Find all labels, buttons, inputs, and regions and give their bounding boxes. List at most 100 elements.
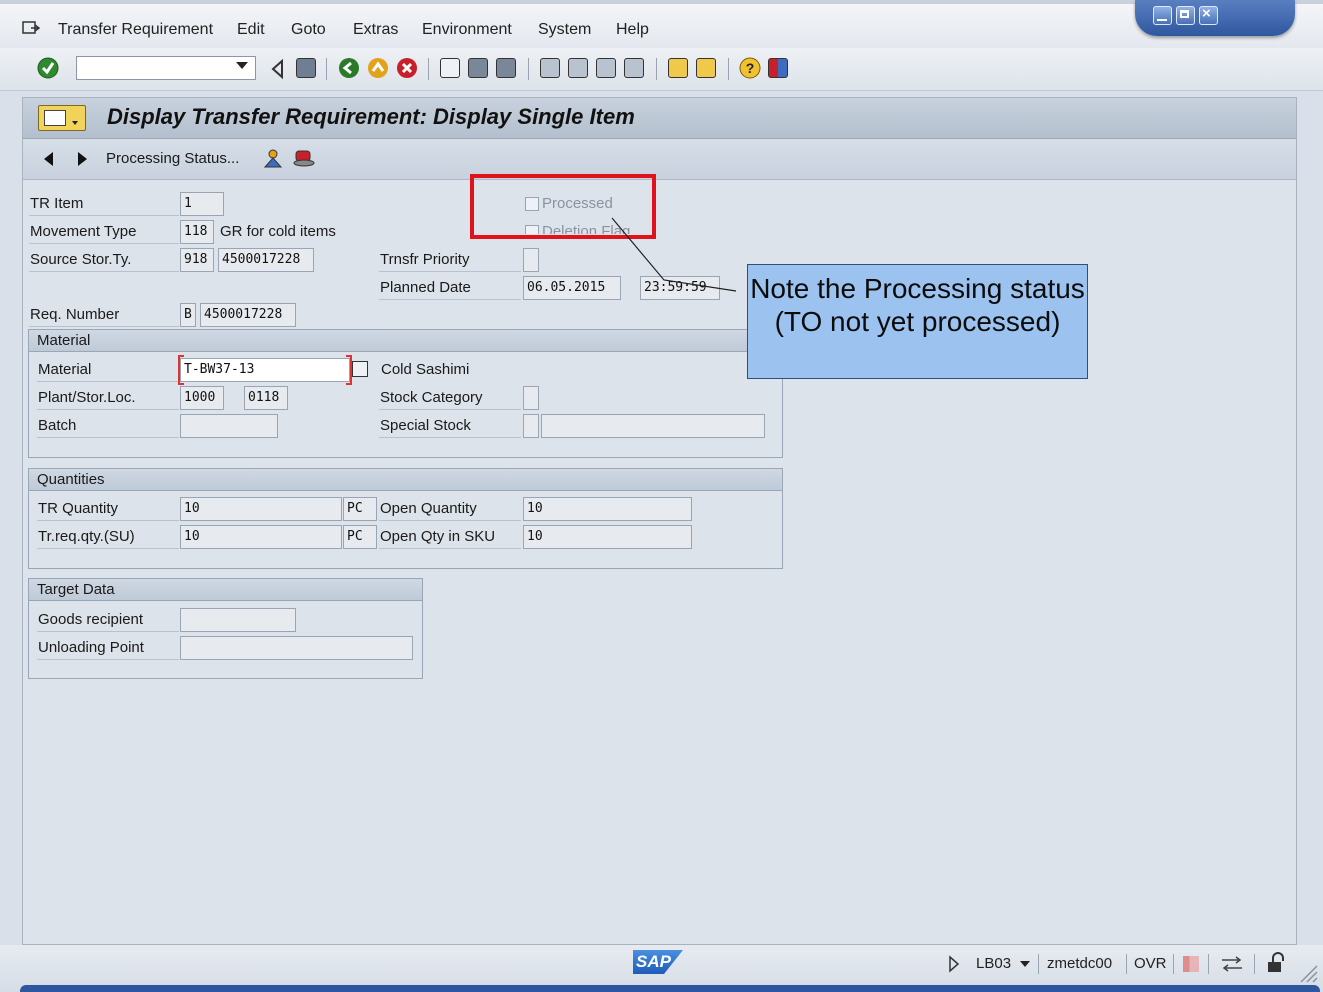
truck-icon[interactable]	[292, 147, 316, 169]
menu-edit[interactable]: Edit	[237, 21, 265, 39]
menu-icon[interactable]	[22, 20, 40, 36]
unloading-point-field[interactable]	[180, 636, 413, 660]
previous-page-icon[interactable]	[568, 58, 588, 78]
open-quantity-label: Open Quantity	[380, 500, 477, 517]
toolbar-separator	[728, 58, 729, 80]
status-separator	[1254, 954, 1255, 974]
find-icon[interactable]	[468, 58, 488, 78]
command-dropdown-icon[interactable]	[236, 62, 248, 69]
resize-grip-icon[interactable]	[1297, 962, 1319, 984]
open-qty-sku-label: Open Qty in SKU	[380, 528, 496, 545]
server-name: zmetdc00	[1047, 955, 1113, 972]
tr-quantity-label: TR Quantity	[38, 500, 119, 517]
page-title: Display Transfer Requirement: Display Si…	[107, 104, 635, 129]
batch-label: Batch	[38, 417, 77, 434]
toolbar-separator	[428, 58, 429, 80]
status-separator	[1173, 954, 1174, 974]
storage-location-field[interactable]: 0118	[244, 386, 288, 410]
movement-type-field[interactable]: 118	[180, 220, 214, 244]
transaction-code: LB03	[976, 955, 1012, 972]
material-description: Cold Sashimi	[381, 361, 470, 378]
create-session-icon[interactable]	[668, 58, 688, 78]
target-data-group-title: Target Data	[29, 579, 422, 601]
exit-icon[interactable]	[367, 57, 389, 79]
source-storage-type-label: Source Stor.Ty.	[30, 251, 132, 268]
connection-icon	[1222, 956, 1242, 972]
copy-icon[interactable]	[352, 361, 368, 377]
goods-recipient-label: Goods recipient	[38, 611, 144, 628]
close-icon[interactable]: ×	[1199, 5, 1218, 25]
tr-quantity-field[interactable]: 10	[180, 497, 342, 521]
menu-help[interactable]: Help	[616, 21, 649, 39]
menu-extras[interactable]: Extras	[353, 21, 398, 39]
window-controls: ×	[1135, 0, 1295, 36]
tr-req-qty-su-unit-field[interactable]: PC	[343, 525, 377, 549]
special-stock-number-field[interactable]	[541, 414, 765, 438]
open-qty-sku-field[interactable]: 10	[523, 525, 692, 549]
source-storage-type-field[interactable]: 918	[180, 248, 214, 272]
layout-menu-icon[interactable]	[768, 58, 788, 78]
previous-item-icon[interactable]	[44, 152, 53, 166]
goods-recipient-field[interactable]	[180, 608, 296, 632]
help-icon[interactable]: ?	[739, 57, 761, 79]
print-icon[interactable]	[440, 58, 460, 78]
special-stock-field[interactable]	[523, 414, 539, 438]
menu-transfer-requirement[interactable]: Transfer Requirement	[58, 21, 213, 39]
back-green-icon[interactable]	[338, 57, 360, 79]
user-icon[interactable]	[262, 147, 284, 169]
minimize-icon[interactable]	[1153, 6, 1172, 25]
transaction-icon[interactable]	[38, 105, 86, 131]
planned-date-label: Planned Date	[380, 279, 471, 296]
save-icon[interactable]	[296, 58, 316, 78]
first-page-icon[interactable]	[540, 58, 560, 78]
toolbar-separator	[528, 58, 529, 80]
session-dropdown-icon[interactable]	[1020, 961, 1030, 967]
toolbar-separator	[326, 58, 327, 80]
transfer-priority-field[interactable]	[523, 248, 539, 272]
window-bottom-border	[20, 985, 1320, 992]
status-separator	[1126, 954, 1127, 974]
required-marker	[178, 355, 184, 385]
next-page-icon[interactable]	[596, 58, 616, 78]
toolbar-separator	[656, 58, 657, 80]
back-icon[interactable]	[270, 59, 284, 79]
req-number-field[interactable]: 4500017228	[200, 303, 296, 327]
tr-req-qty-su-label: Tr.req.qty.(SU)	[38, 528, 135, 545]
req-type-field[interactable]: B	[180, 303, 196, 327]
source-storage-bin-field[interactable]: 4500017228	[218, 248, 314, 272]
material-group-title: Material	[29, 330, 782, 352]
svg-text:?: ?	[746, 60, 755, 76]
material-field[interactable]: T-BW37-13	[180, 358, 350, 382]
tr-req-qty-su-field[interactable]: 10	[180, 525, 342, 549]
stock-category-label: Stock Category	[380, 389, 483, 406]
lock-icon[interactable]	[1265, 952, 1287, 974]
title-strip	[0, 0, 1323, 4]
find-next-icon[interactable]	[496, 58, 516, 78]
menu-environment[interactable]: Environment	[422, 21, 512, 39]
processing-status-button[interactable]: Processing Status...	[106, 150, 239, 167]
status-separator	[1208, 954, 1209, 974]
command-field[interactable]	[76, 56, 256, 80]
tr-quantity-unit-field[interactable]: PC	[343, 497, 377, 521]
status-expand-icon[interactable]	[948, 955, 960, 973]
annotation-callout: Note the Processing status (TO not yet p…	[747, 264, 1088, 379]
cancel-icon[interactable]	[396, 57, 418, 79]
enter-icon[interactable]	[37, 57, 59, 79]
next-item-icon[interactable]	[78, 152, 87, 166]
transfer-priority-label: Trnsfr Priority	[380, 251, 470, 268]
open-quantity-field[interactable]: 10	[523, 497, 692, 521]
special-stock-label: Special Stock	[380, 417, 471, 434]
performance-icon	[1183, 956, 1199, 972]
plant-field[interactable]: 1000	[180, 386, 224, 410]
unloading-point-label: Unloading Point	[38, 639, 144, 656]
shortcut-icon[interactable]	[696, 58, 716, 78]
batch-field[interactable]	[180, 414, 278, 438]
tr-item-field[interactable]: 1	[180, 192, 224, 216]
menu-goto[interactable]: Goto	[291, 21, 326, 39]
last-page-icon[interactable]	[624, 58, 644, 78]
maximize-icon[interactable]	[1176, 6, 1195, 25]
callout-pointer	[611, 217, 737, 292]
stock-category-field[interactable]	[523, 386, 539, 410]
menu-system[interactable]: System	[538, 21, 591, 39]
req-number-label: Req. Number	[30, 306, 120, 323]
